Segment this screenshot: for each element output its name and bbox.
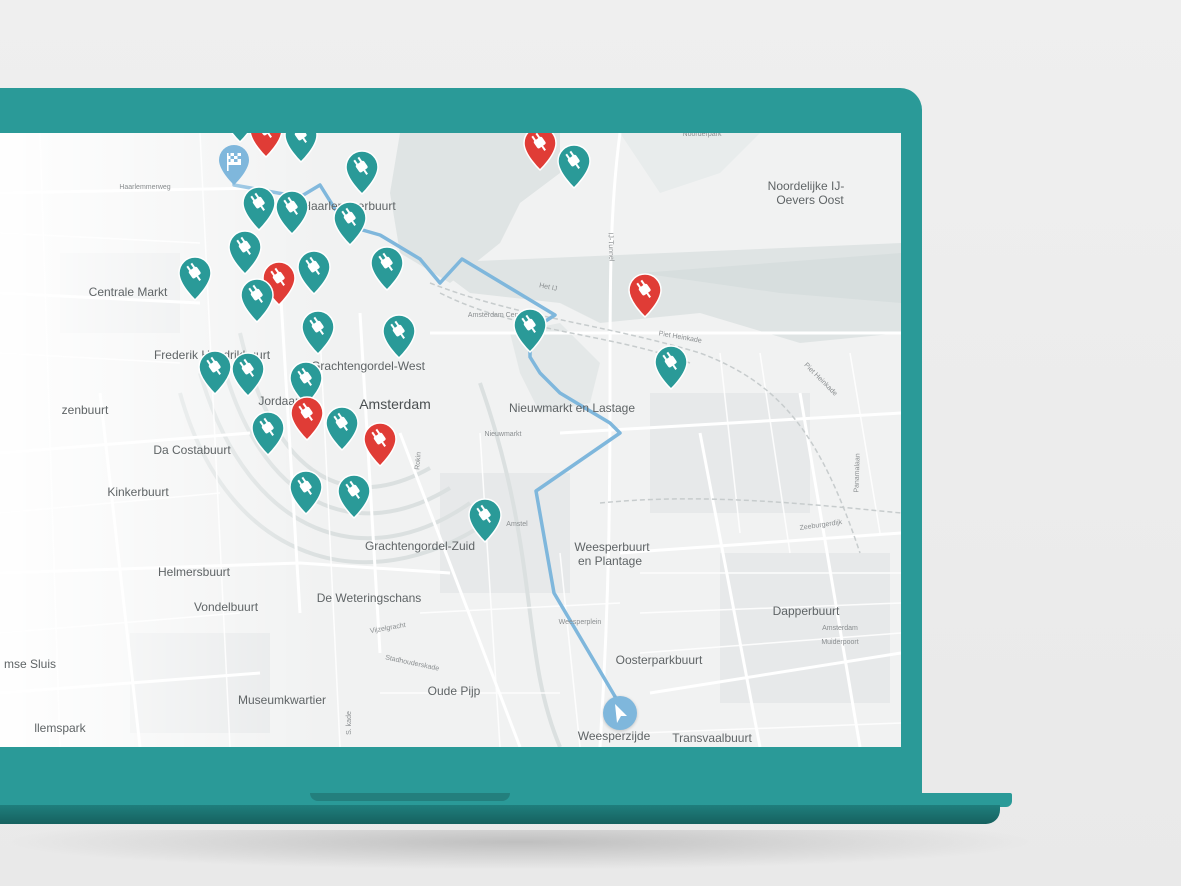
label-weesperbuurt-2: en Plantage xyxy=(577,554,643,568)
charging-station-available-marker[interactable] xyxy=(511,307,549,353)
street-amsterdam-muiderpoort: Amsterdam Muiderpoort xyxy=(821,625,859,646)
label-zenbuurt: zenbuurt xyxy=(61,403,109,417)
checkered-flag-icon xyxy=(219,145,249,185)
charging-station-available-marker[interactable] xyxy=(249,410,287,456)
label-noordelijke-2: Oevers Oost xyxy=(776,193,844,207)
charging-station-occupied-marker[interactable] xyxy=(288,395,326,441)
label-vondelbuurt: Vondelbuurt xyxy=(193,600,259,614)
label-de-weteringschans: De Weteringschans xyxy=(316,591,422,605)
street-weesperplein: Weesperplein xyxy=(558,619,602,626)
charging-station-available-marker[interactable] xyxy=(226,229,264,275)
charging-station-available-marker[interactable] xyxy=(176,255,214,301)
label-museumkwartier: Museumkwartier xyxy=(237,693,327,707)
charging-station-available-marker[interactable] xyxy=(323,405,361,451)
plug-icon xyxy=(251,411,285,456)
plug-icon xyxy=(370,246,404,291)
plug-icon xyxy=(345,150,379,195)
charging-station-available-marker[interactable] xyxy=(343,149,381,195)
charging-station-available-marker[interactable] xyxy=(282,133,320,163)
plug-icon xyxy=(654,345,688,390)
charging-station-available-marker[interactable] xyxy=(299,309,337,355)
laptop-notch xyxy=(310,793,510,801)
charging-station-available-marker[interactable] xyxy=(273,189,311,235)
plug-icon xyxy=(290,396,324,441)
charging-station-available-marker[interactable] xyxy=(466,497,504,543)
label-dapperbuurt: Dapperbuurt xyxy=(772,604,840,618)
device-shadow xyxy=(0,830,1040,870)
plug-icon xyxy=(557,144,591,189)
plug-icon xyxy=(231,352,265,397)
street-panamalaan: Panamalaan xyxy=(853,453,862,493)
plug-icon xyxy=(628,273,662,318)
plug-icon xyxy=(513,308,547,353)
plug-icon xyxy=(228,230,262,275)
charging-station-available-marker[interactable] xyxy=(380,313,418,359)
street-haarlemmerweg: Haarlemmerweg xyxy=(119,184,171,191)
route-start-marker[interactable] xyxy=(603,696,637,730)
plug-icon xyxy=(468,498,502,543)
plug-icon xyxy=(301,310,335,355)
street-rokin: Rokin xyxy=(414,451,423,471)
label-mse-sluis: mse Sluis xyxy=(3,657,57,671)
label-grachtengordel-west: Grachtengordel-West xyxy=(311,359,425,373)
label-helmersbuurt: Helmersbuurt xyxy=(157,565,231,579)
plug-icon xyxy=(325,406,359,451)
label-grachtengordel-zuid: Grachtengordel-Zuid xyxy=(364,539,476,553)
charging-station-available-marker[interactable] xyxy=(368,245,406,291)
plug-icon xyxy=(240,278,274,323)
label-kinkerbuurt: Kinkerbuurt xyxy=(107,485,169,499)
charging-station-available-marker[interactable] xyxy=(335,473,373,519)
charging-station-occupied-marker[interactable] xyxy=(361,421,399,467)
plug-icon xyxy=(284,133,318,163)
charging-station-occupied-marker[interactable] xyxy=(626,272,664,318)
charging-station-available-marker[interactable] xyxy=(229,351,267,397)
label-weesperzijde: Weesperzijde xyxy=(577,729,651,743)
navigation-arrow-icon xyxy=(615,704,627,723)
label-transvaalbuurt: Transvaalbuurt xyxy=(672,731,752,745)
plug-icon xyxy=(523,133,557,171)
plug-icon xyxy=(178,256,212,301)
map-screen[interactable]: Noordelijke IJ- Oevers Oost Haarlemmerbu… xyxy=(0,133,901,747)
charging-station-available-marker[interactable] xyxy=(331,200,369,246)
plug-icon xyxy=(333,201,367,246)
label-amsterdam: Amsterdam xyxy=(359,396,431,412)
street-nieuwmarkt: Nieuwmarkt xyxy=(484,431,522,438)
charging-station-available-marker[interactable] xyxy=(652,344,690,390)
street-amstel: Amstel xyxy=(506,521,528,528)
laptop-base-edge xyxy=(0,805,1000,824)
label-nieuwmarkt-lastage: Nieuwmarkt en Lastage xyxy=(508,401,636,415)
plug-icon xyxy=(297,250,331,295)
plug-icon xyxy=(363,422,397,467)
map-canvas[interactable] xyxy=(0,133,901,747)
charging-station-available-marker[interactable] xyxy=(287,469,325,515)
street-s-kade: S. kade xyxy=(346,711,353,735)
plug-icon xyxy=(275,190,309,235)
label-noordelijke-1: Noordelijke IJ- xyxy=(767,179,845,193)
label-llemspark: llemspark xyxy=(34,721,86,735)
charging-station-available-marker[interactable] xyxy=(295,249,333,295)
plug-icon xyxy=(337,474,371,519)
label-oude-pijp: Oude Pijp xyxy=(427,684,481,698)
street-noorderpark: Noorderpark xyxy=(682,133,722,138)
label-centrale-markt: Centrale Markt xyxy=(88,285,168,299)
route-destination-marker[interactable] xyxy=(215,141,253,187)
label-oosterparkbuurt: Oosterparkbuurt xyxy=(615,653,703,667)
charging-station-available-marker[interactable] xyxy=(555,143,593,189)
plug-icon xyxy=(382,314,416,359)
label-da-costabuurt: Da Costabuurt xyxy=(153,443,231,457)
plug-icon xyxy=(289,470,323,515)
label-weesperbuurt-1: Weesperbuurt xyxy=(574,540,650,554)
charging-station-occupied-marker[interactable] xyxy=(521,133,559,171)
charging-station-available-marker[interactable] xyxy=(238,277,276,323)
street-ij-tunnel: IJ-Tunnel xyxy=(606,232,615,262)
